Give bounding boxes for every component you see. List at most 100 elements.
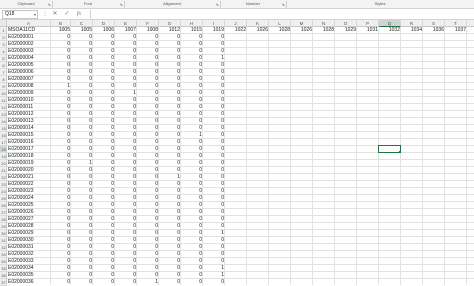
cell[interactable]: 1 (115, 90, 137, 97)
cell[interactable]: 0 (93, 223, 115, 230)
cell[interactable]: E02000033 (7, 258, 51, 265)
cell[interactable]: 0 (181, 83, 203, 90)
row-header[interactable]: 18 (0, 146, 7, 153)
cell[interactable]: 0 (181, 111, 203, 118)
cell[interactable]: 0 (159, 251, 181, 258)
row-header[interactable]: 20 (0, 160, 7, 167)
cell[interactable]: 0 (159, 41, 181, 48)
dialog-launcher-icon[interactable]: ⬊ (216, 1, 219, 9)
cell[interactable]: E02000024 (7, 195, 51, 202)
select-all-corner[interactable] (0, 20, 7, 27)
cell[interactable]: 0 (115, 265, 137, 272)
cell[interactable]: 0 (137, 69, 159, 76)
cell[interactable]: 0 (181, 230, 203, 237)
cell[interactable]: 0 (51, 55, 71, 62)
cell[interactable]: 0 (115, 111, 137, 118)
column-header-q[interactable]: Q (379, 20, 401, 27)
row-header[interactable]: 11 (0, 97, 7, 104)
row-header[interactable]: 9 (0, 83, 7, 90)
cell[interactable]: 0 (137, 118, 159, 125)
column-header-j[interactable]: J (225, 20, 247, 27)
cell[interactable]: 0 (181, 216, 203, 223)
column-header-n[interactable]: N (313, 20, 335, 27)
cell[interactable]: 0 (203, 160, 225, 167)
cell[interactable]: E02000034 (7, 265, 51, 272)
cell[interactable]: 0 (137, 174, 159, 181)
cell[interactable]: 0 (115, 139, 137, 146)
cell[interactable]: 0 (181, 181, 203, 188)
cell[interactable]: 0 (71, 153, 93, 160)
cell[interactable]: 0 (159, 34, 181, 41)
cell[interactable]: 0 (93, 209, 115, 216)
row-header[interactable]: 15 (0, 125, 7, 132)
cell[interactable]: 0 (51, 272, 71, 279)
cell[interactable]: 0 (51, 34, 71, 41)
row-header[interactable]: 25 (0, 195, 7, 202)
cell[interactable]: E02000012 (7, 111, 51, 118)
column-header-h[interactable]: H (181, 20, 203, 27)
cell[interactable]: 0 (93, 55, 115, 62)
cell[interactable]: 0 (181, 153, 203, 160)
cell[interactable]: 0 (137, 167, 159, 174)
cell[interactable]: E02000028 (7, 223, 51, 230)
cell[interactable]: 0 (159, 118, 181, 125)
row-header[interactable]: 30 (0, 230, 7, 237)
row-header[interactable]: 7 (0, 69, 7, 76)
cell[interactable]: 0 (115, 104, 137, 111)
cell[interactable]: 0 (93, 279, 115, 285)
cell[interactable]: 0 (159, 83, 181, 90)
cell[interactable]: 0 (93, 118, 115, 125)
cell[interactable]: 0 (115, 62, 137, 69)
cell[interactable]: E02000009 (7, 90, 51, 97)
formula-input[interactable] (90, 10, 472, 19)
chevron-down-icon[interactable]: ▾ (34, 11, 36, 18)
cell[interactable]: 0 (115, 258, 137, 265)
cell[interactable]: 0 (71, 258, 93, 265)
cell[interactable]: 0 (115, 153, 137, 160)
cell[interactable]: E02000021 (7, 174, 51, 181)
cell[interactable]: 1 (159, 174, 181, 181)
cell[interactable]: 0 (203, 174, 225, 181)
dialog-launcher-icon[interactable]: ⬊ (120, 1, 123, 9)
cell[interactable]: 0 (71, 279, 93, 285)
cell[interactable]: 0 (115, 97, 137, 104)
row-header[interactable]: 6 (0, 62, 7, 69)
cell[interactable]: 0 (93, 160, 115, 167)
cell[interactable]: E02000019 (7, 160, 51, 167)
cell[interactable]: 0 (159, 125, 181, 132)
column-header-a[interactable]: A (7, 20, 51, 27)
cell[interactable]: E02000014 (7, 125, 51, 132)
row-header[interactable]: 27 (0, 209, 7, 216)
column-header-m[interactable]: M (291, 20, 313, 27)
cell[interactable]: 1008 (137, 27, 159, 34)
cell[interactable]: 0 (159, 223, 181, 230)
row-header[interactable]: 17 (0, 139, 7, 146)
cell[interactable]: 0 (137, 104, 159, 111)
cell[interactable]: 0 (159, 48, 181, 55)
cell[interactable]: 0 (51, 209, 71, 216)
cell[interactable]: 0 (51, 90, 71, 97)
row-header[interactable]: 1 (0, 27, 7, 34)
cell[interactable]: 0 (93, 41, 115, 48)
cell[interactable]: 0 (203, 146, 225, 153)
cell[interactable]: 0 (137, 258, 159, 265)
cell[interactable]: 0 (51, 237, 71, 244)
cell[interactable]: 0 (93, 202, 115, 209)
cell[interactable]: 0 (51, 76, 71, 83)
cell[interactable]: 0 (159, 202, 181, 209)
cell[interactable]: 0 (115, 132, 137, 139)
column-header-t[interactable]: T (445, 20, 467, 27)
column-header-f[interactable]: F (137, 20, 159, 27)
cell[interactable]: 0 (71, 55, 93, 62)
cell[interactable]: 0 (181, 202, 203, 209)
row-header[interactable]: 24 (0, 188, 7, 195)
cell[interactable]: 0 (115, 41, 137, 48)
fill-handle[interactable] (399, 151, 401, 153)
cell[interactable]: 0 (181, 90, 203, 97)
cell[interactable]: 0 (93, 48, 115, 55)
row-header[interactable]: 32 (0, 244, 7, 251)
cell[interactable]: 0 (137, 188, 159, 195)
cell[interactable]: E02000036 (7, 279, 51, 285)
column-header-i[interactable]: I (203, 20, 225, 27)
cell[interactable]: 0 (71, 104, 93, 111)
